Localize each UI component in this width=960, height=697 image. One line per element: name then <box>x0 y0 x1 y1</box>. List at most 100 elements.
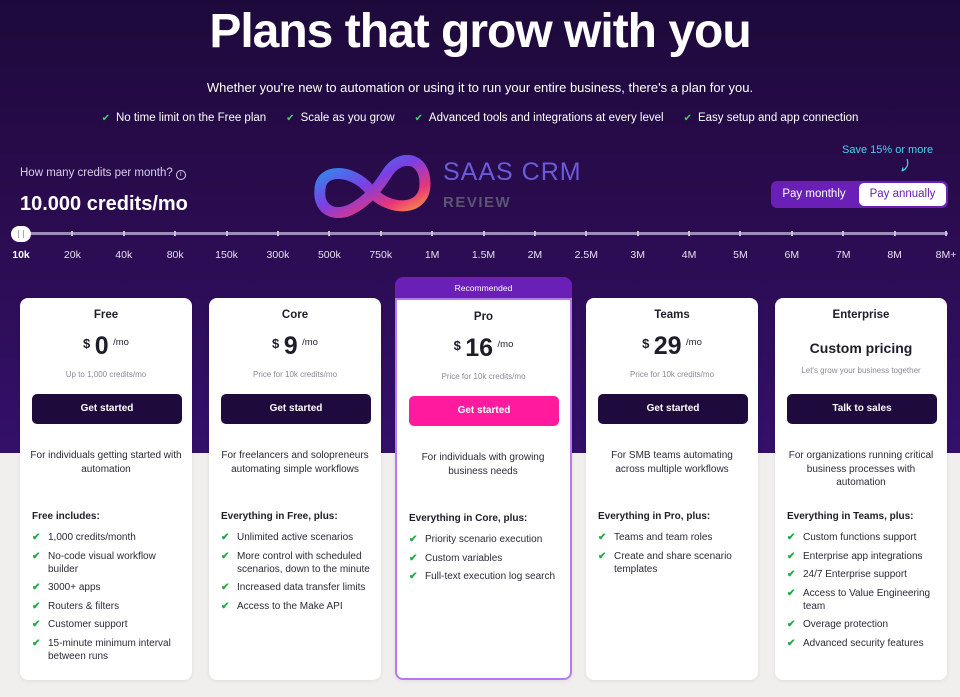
list-item: ✔ No-code visual workflow builder <box>32 550 188 576</box>
slider-tick-label[interactable]: 1M <box>412 249 452 261</box>
plan-name: Pro <box>473 311 494 323</box>
list-item: ✔ More control with scheduled scenarios, … <box>221 550 377 576</box>
slider-tick-mark <box>328 231 331 236</box>
list-item: ✔ Custom functions support <box>787 531 943 544</box>
check-icon: ✔ <box>598 532 607 543</box>
slider-tick-label[interactable]: 80k <box>155 249 195 261</box>
list-item: ✔ Teams and team roles <box>598 531 754 544</box>
slider-tick-label[interactable]: 750k <box>361 249 401 261</box>
slider-tick-label[interactable]: 6M <box>772 249 812 261</box>
save-note: Save 15% or more <box>842 144 934 156</box>
list-item-label: Customer support <box>48 619 128 630</box>
list-item-label: 15-minute minimum interval between runs <box>48 637 171 662</box>
slider-tick-label[interactable]: 8M+ <box>926 249 960 261</box>
slider-tick-label[interactable]: 300k <box>258 249 298 261</box>
plan-card-pro: Pro $ 16 /mo Price for 10k credits/mo Ge… <box>395 298 572 680</box>
price-period: /mo <box>497 339 514 350</box>
slider-tick-mark <box>174 231 177 236</box>
billing-toggle: Pay monthly Pay annually <box>771 181 948 208</box>
recommended-badge: Recommended <box>395 277 572 300</box>
list-item: ✔ Access to Value Engineering team <box>787 587 943 613</box>
list-item-label: Teams and team roles <box>614 532 713 543</box>
slider-tick-mark <box>122 231 125 236</box>
list-item: ✔ 1,000 credits/month <box>32 531 188 544</box>
slider-tick-label[interactable]: 2M <box>515 249 555 261</box>
slider-tick-label[interactable]: 2.5M <box>566 249 606 261</box>
list-item-label: Full-text execution log search <box>425 571 556 582</box>
list-item-label: More control with scheduled scenarios, d… <box>237 550 370 575</box>
check-icon: ✔ <box>787 532 796 543</box>
plan-price-note: Let's grow your business together <box>801 366 921 375</box>
check-icon: ✔ <box>787 550 796 562</box>
get-started-button[interactable]: Get started <box>32 394 182 424</box>
credits-slider-thumb[interactable] <box>11 226 31 242</box>
slider-tick-label[interactable]: 4M <box>669 249 709 261</box>
check-icon: ✔ <box>221 600 230 612</box>
slider-tick-label[interactable]: 7M <box>823 249 863 261</box>
plan-name: Core <box>281 309 309 321</box>
price-period: /mo <box>113 337 129 348</box>
check-icon: ✔ <box>32 600 41 612</box>
price-amount: 0 <box>94 332 109 360</box>
plan-price: $ 0 /mo <box>20 332 192 361</box>
feature-highlights: ✔ No time limit on the Free plan ✔ Scale a… <box>0 112 960 124</box>
list-item: ✔ Overage protection <box>787 618 943 631</box>
list-item-label: No-code visual workflow builder <box>48 550 156 575</box>
list-item: ✔ Enterprise app integrations <box>787 550 943 563</box>
feature-highlight: ✔ Easy setup and app connection <box>684 112 859 124</box>
slider-tick-label[interactable]: 1.5M <box>464 249 504 261</box>
list-item-label: Enterprise app integrations <box>803 550 923 562</box>
price-amount: 29 <box>653 332 682 360</box>
credits-value: 10.000 credits/mo <box>20 193 188 215</box>
get-started-button[interactable]: Get started <box>221 394 371 424</box>
list-item: ✔ Increased data transfer limits <box>221 581 377 594</box>
check-icon: ✔ <box>32 637 41 649</box>
list-item-label: Create and share scenario templates <box>614 550 732 575</box>
slider-tick-mark <box>585 231 588 236</box>
plan-includes-title: Everything in Teams, plus: <box>787 511 914 522</box>
list-item-label: Access to Value Engineering team <box>803 587 931 612</box>
list-item-label: Advanced security features <box>803 637 924 649</box>
check-icon: ✔ <box>32 532 41 543</box>
feature-highlight: ✔ Scale as you grow <box>286 112 394 124</box>
plan-feature-list: ✔ Custom functions support ✔ Enterprise ap… <box>787 531 943 655</box>
plan-feature-list: ✔ Priority scenario execution ✔ Custom var… <box>409 533 565 589</box>
slider-tick-label[interactable]: 20k <box>52 249 92 261</box>
slider-tick-mark <box>379 231 382 236</box>
list-item-label: Increased data transfer limits <box>237 582 366 593</box>
slider-tick-label[interactable]: 40k <box>104 249 144 261</box>
plan-name: Enterprise <box>832 309 890 321</box>
plan-price: $ 16 /mo <box>397 334 570 363</box>
list-item: ✔ Routers & filters <box>32 600 188 613</box>
slider-tick-label[interactable]: 3M <box>618 249 658 261</box>
slider-tick-mark <box>739 231 742 236</box>
pay-monthly-option[interactable]: Pay monthly <box>771 181 857 208</box>
slider-tick-label[interactable]: 8M <box>875 249 915 261</box>
plan-card-free: Free $ 0 /mo Up to 1,000 credits/mo Get … <box>20 298 192 680</box>
talk-to-sales-button[interactable]: Talk to sales <box>787 394 937 424</box>
check-icon: ✔ <box>787 637 796 649</box>
get-started-button[interactable]: Get started <box>598 394 748 424</box>
logo-tagline: REVIEW <box>443 194 512 211</box>
list-item: ✔ Unlimited active scenarios <box>221 531 377 544</box>
plan-feature-list: ✔ Teams and team roles ✔ Create and share … <box>598 531 754 581</box>
pay-annually-option[interactable]: Pay annually <box>859 183 946 206</box>
credits-question-label: How many credits per month? <box>20 167 173 179</box>
list-item: ✔ 15-minute minimum interval between runs <box>32 637 188 663</box>
slider-tick-label[interactable]: 150k <box>207 249 247 261</box>
list-item: ✔ Create and share scenario templates <box>598 550 754 576</box>
list-item: ✔ Full-text execution log search <box>409 570 565 583</box>
plan-price: $ 29 /mo <box>586 332 758 361</box>
page-subtitle: Whether you're new to automation or usin… <box>206 80 754 95</box>
slider-tick-label[interactable]: 500k <box>309 249 349 261</box>
get-started-button[interactable]: Get started <box>409 396 559 426</box>
info-icon[interactable]: i <box>175 170 186 180</box>
plan-card-teams: Teams $ 29 /mo Price for 10k credits/mo … <box>586 298 758 680</box>
slider-tick-mark <box>225 231 228 236</box>
slider-tick-label[interactable]: 10k <box>1 249 41 261</box>
slider-tick-label[interactable]: 5M <box>720 249 760 261</box>
list-item: ✔ 3000+ apps <box>32 581 188 594</box>
slider-tick-mark <box>636 231 639 236</box>
plan-description: For SMB teams automating across multiple… <box>611 450 733 475</box>
plan-price-note: Price for 10k credits/mo <box>629 370 715 379</box>
